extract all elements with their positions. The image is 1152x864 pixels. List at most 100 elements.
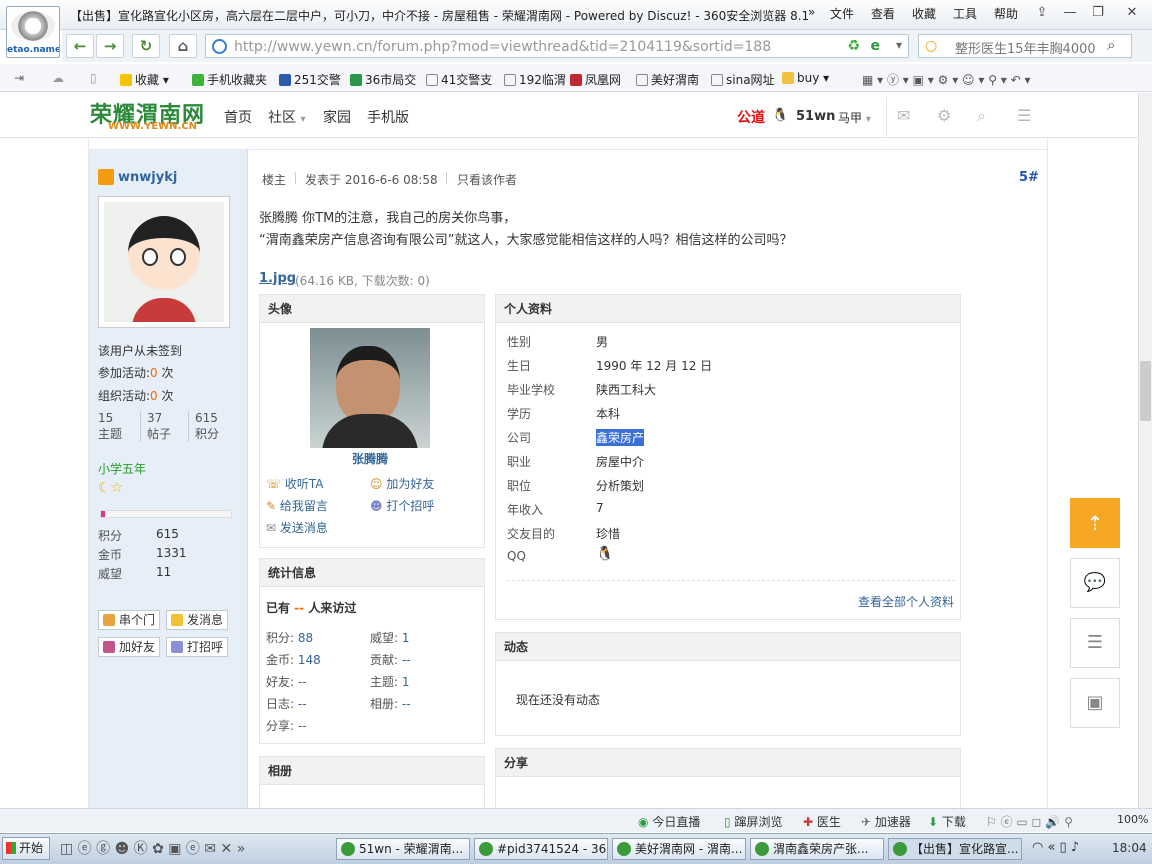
apps-icon[interactable]: ▦ ▾ ⓨ ▾ ▣ ▾ ⚙ ▾ ☺ ▾ ⚲ ▾ ↶ ▾ <box>862 71 1031 88</box>
attachment-link[interactable]: 1.jpg <box>259 271 296 286</box>
address-bar[interactable]: http://www.yewn.cn/forum.php?mod=viewthr… <box>205 34 909 58</box>
nav-space[interactable]: 家园 <box>323 107 351 127</box>
sidebar-toggle-icon[interactable]: ⇥ <box>14 71 24 85</box>
add-friend-button[interactable]: 加好友 <box>98 637 160 657</box>
status-download[interactable]: ⬇ 下载 <box>928 813 966 830</box>
browser-logo[interactable]: etao.name <box>6 6 60 58</box>
settings-icon[interactable]: ⚙ <box>937 106 951 125</box>
fav-weinan[interactable]: 美好渭南 <box>636 71 699 88</box>
cloud-icon[interactable]: ☁ <box>52 71 64 85</box>
stat-topics[interactable]: 15 主题 <box>98 411 140 442</box>
taskbar-item-5-active[interactable]: 【出售】宣化路宣... <box>888 838 1022 860</box>
menu-view[interactable]: 查看 <box>871 5 895 22</box>
back-icon[interactable]: ← <box>66 34 94 58</box>
zoom-level[interactable]: 100% <box>1117 813 1148 826</box>
search-box[interactable]: ○ 整形医生15年丰胸4000 ⌕ <box>918 34 1132 58</box>
send-message-action[interactable]: ✉ 发送消息 <box>266 519 328 536</box>
taskbar-item-1[interactable]: 51wn - 荣耀渭南... <box>336 838 470 860</box>
greet-button[interactable]: 打招呼 <box>166 637 228 657</box>
taskbar-item-4[interactable]: 渭南鑫荣房产张... <box>750 838 884 860</box>
add-friend-action[interactable]: ☺ 加为好友 <box>370 475 434 492</box>
avatar-panel-title: 头像 <box>260 295 484 323</box>
stat-credits[interactable]: 615 积分 <box>188 411 236 442</box>
user-level[interactable]: 小学五年 <box>98 460 146 477</box>
fav-36[interactable]: 36市局交 <box>350 71 416 88</box>
album-panel-title: 相册 <box>260 757 484 785</box>
search-icon[interactable]: ⌕ <box>1107 36 1115 54</box>
money-label: 金币 <box>98 548 123 562</box>
menu-favorites[interactable]: 收藏 <box>912 5 936 22</box>
status-doctor[interactable]: ✚ 医生 <box>803 813 841 830</box>
menu-help[interactable]: 帮助 <box>994 5 1018 22</box>
phone-icon[interactable]: ▯ <box>90 71 97 85</box>
minimize-icon[interactable]: — <box>1058 3 1082 23</box>
back-to-top-icon[interactable]: ⇡ <box>1070 498 1120 548</box>
profile-photo[interactable] <box>310 328 430 448</box>
fav-251[interactable]: 251交警 <box>279 71 341 88</box>
visit-button[interactable]: 串个门 <box>98 610 160 630</box>
menu-file[interactable]: 文件 <box>830 5 854 22</box>
status-tools-icon[interactable]: ⚐ ⓔ ▭ ◻ 🔊 ⚲ <box>986 813 1073 830</box>
search-engine-icon[interactable]: ○ <box>925 38 937 54</box>
only-author-link[interactable]: 只看该作者 <box>457 171 517 188</box>
author-name[interactable]: wnwjykj <box>118 170 177 185</box>
greet-action[interactable]: ☻ 打个招呼 <box>370 497 434 514</box>
message-button[interactable]: 发消息 <box>166 610 228 630</box>
mail-icon[interactable]: ✉ <box>897 106 910 125</box>
status-split[interactable]: ▯ 蹿屏浏览 <box>724 813 782 830</box>
ie-compat-icon[interactable]: e <box>871 38 881 54</box>
site-logo-url: WWW.YEWN.CN <box>108 121 198 132</box>
fav-mobile[interactable]: 手机收藏夹 <box>192 71 267 88</box>
recycle-icon[interactable]: ♻ <box>847 38 860 54</box>
menu-tools[interactable]: 工具 <box>953 5 977 22</box>
status-bar <box>0 808 1152 832</box>
taskbar-item-3[interactable]: 美好渭南网 - 渭南... <box>612 838 746 860</box>
forward-icon[interactable]: → <box>96 34 124 58</box>
fav-41[interactable]: 41交警支 <box>426 71 492 88</box>
list-icon[interactable]: ☰ <box>1070 618 1120 668</box>
fav-sina[interactable]: sina网址 <box>711 71 775 88</box>
checkin-status: 该用户从未签到 <box>98 344 183 358</box>
nav-home[interactable]: 首页 <box>224 107 252 127</box>
profile-name[interactable]: 张腾腾 <box>352 450 388 467</box>
home-icon[interactable]: ⌂ <box>169 34 197 58</box>
calendar-icon[interactable]: ▣ <box>1070 678 1120 728</box>
nav-community[interactable]: 社区 ▾ <box>268 107 305 127</box>
quick-launch-icons[interactable]: ◫ ⓔ ⓖ ☻ Ⓚ ✿ ▣ ⓔ ✉ ✕ » <box>60 838 245 858</box>
follow-action[interactable]: ☏ 收听TA <box>266 475 323 492</box>
view-all-info-link[interactable]: 查看全部个人资料 <box>858 593 954 610</box>
pin-icon[interactable]: ⇪ <box>1030 3 1054 23</box>
taskbar-item-2[interactable]: #pid3741524 - 360... <box>474 838 608 860</box>
restore-icon[interactable]: ❐ <box>1086 3 1110 23</box>
scrollbar-thumb[interactable] <box>1140 361 1151 421</box>
close-icon[interactable]: ✕ <box>1120 3 1144 23</box>
site-badge[interactable]: 公道 <box>737 107 765 127</box>
refresh-icon[interactable]: ↻ <box>132 34 160 58</box>
status-live[interactable]: ◉ 今日直播 <box>638 813 700 830</box>
more-arrow-icon[interactable]: » <box>808 5 815 19</box>
url-dropdown-icon[interactable]: ▾ <box>896 38 902 52</box>
author-avatar[interactable] <box>98 196 230 328</box>
nav-mobile[interactable]: 手机版 <box>367 107 409 127</box>
page-scrollbar[interactable] <box>1138 93 1152 808</box>
fav-ifeng[interactable]: 凤凰网 <box>570 71 621 88</box>
fav-buy[interactable]: buy ▾ <box>782 71 829 85</box>
search-site-icon[interactable]: ⌕ <box>977 106 986 126</box>
reply-icon[interactable]: 💬 <box>1070 558 1120 608</box>
stat-albums: 相册: -- <box>370 697 411 711</box>
user-alt[interactable]: 马甲 ▾ <box>838 109 871 126</box>
current-user[interactable]: 51wn <box>796 109 835 124</box>
visitor-count: 已有 -- 人来访过 <box>266 601 357 615</box>
tray-icons[interactable]: ◠ « ▯ ♪ <box>1032 840 1079 855</box>
level-progress <box>100 510 232 518</box>
fav-collect[interactable]: 收藏 ▾ <box>120 71 169 88</box>
status-accelerator[interactable]: ✈ 加速器 <box>861 813 911 830</box>
fav-192[interactable]: 192临渭 <box>504 71 566 88</box>
qq-icon[interactable]: 🐧 <box>596 546 613 562</box>
rss-icon[interactable]: ☰ <box>1017 106 1031 125</box>
start-button[interactable]: 开始 <box>2 837 50 860</box>
album-panel: 相册 <box>259 756 485 808</box>
stat-posts[interactable]: 37 帖子 <box>140 411 188 442</box>
floor-number[interactable]: 5# <box>1019 170 1039 185</box>
leave-message-action[interactable]: ✎ 给我留言 <box>266 497 328 514</box>
